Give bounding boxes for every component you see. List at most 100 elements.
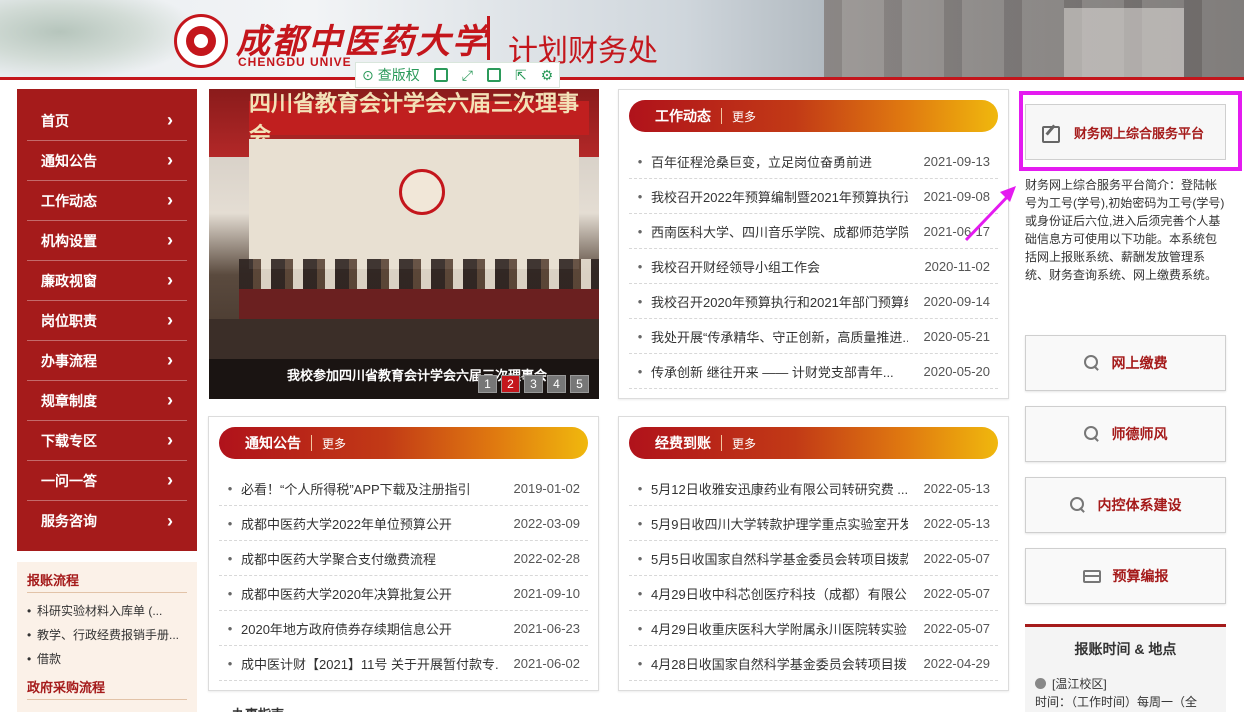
sidebox-link[interactable]: 科研实验材料入库单 (...	[27, 599, 187, 623]
list-item-title: 我校召开财经领导小组工作会	[651, 259, 821, 275]
bullet-icon: •	[227, 585, 233, 601]
nav-item-label: 廉政视窗	[41, 272, 97, 289]
university-seal-logo[interactable]	[174, 14, 228, 68]
edit-icon	[1042, 124, 1060, 143]
bullet-icon: •	[637, 153, 643, 169]
bullet-icon: •	[637, 480, 643, 496]
fullscreen-button[interactable]: ⤢	[462, 67, 473, 84]
header-building-facade	[1064, 8, 1184, 77]
nav-item[interactable]: 廉政视窗 ›	[27, 261, 187, 301]
slider-page-button[interactable]: 1	[478, 375, 497, 393]
list-item[interactable]: • 百年征程沧桑巨变，立足岗位奋勇前进 2021-09-13	[629, 144, 998, 179]
chevron-right-icon: ›	[167, 190, 173, 210]
list-item-title: 必看！“个人所得税”APP下载及注册指引	[241, 481, 471, 497]
list-item-date: 2021-06-02	[513, 655, 581, 671]
service-button[interactable]: 内控体系建设	[1025, 477, 1226, 533]
list-item-date: 2022-05-07	[923, 585, 991, 601]
nav-item[interactable]: 首页 ›	[27, 101, 187, 141]
search-icon: ⊙	[362, 66, 374, 83]
nav-item-label: 岗位职责	[41, 312, 97, 329]
share-button[interactable]: ⇱	[515, 67, 527, 84]
service-button[interactable]: 预算编报	[1025, 548, 1226, 604]
list-item-date: 2020-11-02	[924, 258, 990, 274]
nav-item-label: 服务咨询	[41, 513, 97, 529]
list-item[interactable]: • 成都中医药大学聚合支付缴费流程 2022-02-28	[219, 541, 588, 576]
slider-page-button[interactable]: 3	[524, 375, 543, 393]
nav-item-label: 一问一答	[41, 472, 97, 489]
nav-item[interactable]: 岗位职责 ›	[27, 301, 187, 341]
list-item-date: 2022-03-09	[513, 515, 581, 531]
more-link[interactable]: 更多	[732, 108, 756, 125]
list-item[interactable]: • 我校召开2020年预算执行和2021年部门预算编... 2020-09-14	[629, 284, 998, 319]
finance-platform-button[interactable]: 财务网上综合服务平台	[1025, 104, 1226, 160]
nav-item[interactable]: 服务咨询 ›	[27, 501, 187, 541]
list-item[interactable]: • 我处开展“传承精华、守正创新，高质量推进... 2020-05-21	[629, 319, 998, 354]
list-item[interactable]: • 成中医计财【2021】11号 关于开展暂付款专... 2021-06-02	[219, 646, 588, 681]
list-item[interactable]: • 5月5日收国家自然科学基金委员会转项目拨款... 2022-05-07	[629, 541, 998, 576]
finance-platform-label: 财务网上综合服务平台	[1074, 125, 1205, 141]
list-item[interactable]: • 必看！“个人所得税”APP下载及注册指引 2019-01-02	[219, 471, 588, 506]
list-item[interactable]: • 5月12日收雅安迅康药业有限公司转研究费 ... 2022-05-13	[629, 471, 998, 506]
nav-item[interactable]: 机构设置 ›	[27, 221, 187, 261]
nav-item[interactable]: 通知公告 ›	[27, 141, 187, 181]
list-item-title: 成都中医药大学2022年单位预算公开	[241, 516, 452, 532]
news-slider[interactable]: 四川省教育会计学会六届三次理事会 我校参加四川省教育会计学会六届三次理事会 12…	[209, 89, 599, 399]
page-icon-button[interactable]	[433, 68, 448, 82]
chevron-right-icon: ›	[167, 110, 173, 130]
bullet-icon: •	[637, 515, 643, 531]
service-button[interactable]: 网上缴费	[1025, 335, 1226, 391]
list-item[interactable]: • 成都中医药大学2020年决算批复公开 2021-09-10	[219, 576, 588, 611]
slider-page-button[interactable]: 2	[501, 375, 520, 393]
nav-item[interactable]: 下载专区 ›	[27, 421, 187, 461]
save-button[interactable]	[486, 68, 501, 82]
nav-item[interactable]: 规章制度 ›	[27, 381, 187, 421]
list-item[interactable]: • 西南医科大学、四川音乐学院、成都师范学院... 2021-06-17	[629, 214, 998, 249]
service-button[interactable]: 师德师风	[1025, 406, 1226, 462]
more-link[interactable]: 更多	[322, 435, 346, 452]
sidebox-link[interactable]: 借款	[27, 647, 187, 671]
circle-arrow-icon	[1035, 678, 1046, 689]
settings-button[interactable]: ⚙	[541, 67, 554, 84]
list-item-date: 2022-05-13	[923, 480, 991, 496]
list-item-title: 传承创新 继往开来 —— 计财党支部青年...	[651, 364, 894, 380]
list-item[interactable]: • 4月29日收重庆医科大学附属永川医院转实验... 2022-05-07	[629, 611, 998, 646]
list-item-date: 2022-05-07	[923, 620, 991, 636]
list-item[interactable]: • 传承创新 继往开来 —— 计财党支部青年... 2020-05-20	[629, 354, 998, 389]
view-mode-label: 查版权	[377, 67, 420, 83]
slider-page-button[interactable]: 4	[547, 375, 566, 393]
nav-item[interactable]: 一问一答 ›	[27, 461, 187, 501]
left-navigation: 首页 › 通知公告 › 工作动态 › 机构设置 › 廉政视窗 › 岗位职责 › 办事流程 › 规章制度 › 下载…	[17, 89, 197, 551]
nav-item[interactable]: 工作动态 ›	[27, 181, 187, 221]
service-button-label: 内控体系建设	[1097, 497, 1182, 513]
view-mode-button[interactable]: ⊙ 查版权	[362, 65, 420, 85]
news-list: • 5月12日收雅安迅康药业有限公司转研究费 ... 2022-05-13 • 5月9日…	[629, 471, 998, 681]
campus-name: [温江校区]	[1052, 677, 1107, 691]
panel-header-divider	[311, 435, 312, 451]
platform-intro: 财务网上综合服务平台简介：登陆帐号为工号(学号),初始密码为工号(学号)或身份证…	[1025, 178, 1225, 282]
sidebox-link[interactable]: 教学、行政经费报销手册...	[27, 623, 187, 647]
list-item[interactable]: • 4月29日收中科芯创医疗科技（成都）有限公... 2022-05-07	[629, 576, 998, 611]
list-item[interactable]: • 4月28日收国家自然科学基金委员会转项目拨... 2022-04-29	[629, 646, 998, 681]
bullet-icon: •	[637, 293, 643, 309]
list-item-title: 4月29日收重庆医科大学附属永川医院转实验...	[651, 621, 908, 637]
bullet-icon: •	[637, 328, 643, 344]
work-news-panel: 工作动态 更多 • 百年征程沧桑巨变，立足岗位奋勇前进 2021-09-13 • 我校召…	[618, 89, 1009, 399]
list-item-title: 5月12日收雅安迅康药业有限公司转研究费 ...	[651, 481, 908, 497]
nav-item[interactable]: 办事流程 ›	[27, 341, 187, 381]
list-item-date: 2021-09-10	[513, 585, 581, 601]
list-item[interactable]: • 我校召开财经领导小组工作会 2020-11-02	[629, 249, 998, 284]
list-item[interactable]: • 成都中医药大学2022年单位预算公开 2022-03-09	[219, 506, 588, 541]
chevron-right-icon: ›	[167, 390, 173, 410]
list-item[interactable]: • 5月9日收四川大学转款护理学重点实验室开发... 2022-05-13	[629, 506, 998, 541]
more-link[interactable]: 更多	[732, 435, 756, 452]
nav-item-label: 下载专区	[41, 432, 97, 449]
bullet-icon: •	[637, 363, 643, 379]
slider-pagination: 12345	[478, 375, 589, 393]
chevron-right-icon: ›	[167, 510, 173, 531]
list-item[interactable]: • 我校召开2022年预算编制暨2021年预算执行进... 2021-09-08	[629, 179, 998, 214]
search-icon	[1083, 426, 1100, 442]
accessibility-toolbar: ⊙ 查版权 ⤢ ⇱ ⚙	[355, 62, 561, 88]
list-item-title: 西南医科大学、四川音乐学院、成都师范学院...	[651, 224, 908, 240]
list-item[interactable]: • 2020年地方政府债券存续期信息公开 2021-06-23	[219, 611, 588, 646]
slider-page-button[interactable]: 5	[570, 375, 589, 393]
